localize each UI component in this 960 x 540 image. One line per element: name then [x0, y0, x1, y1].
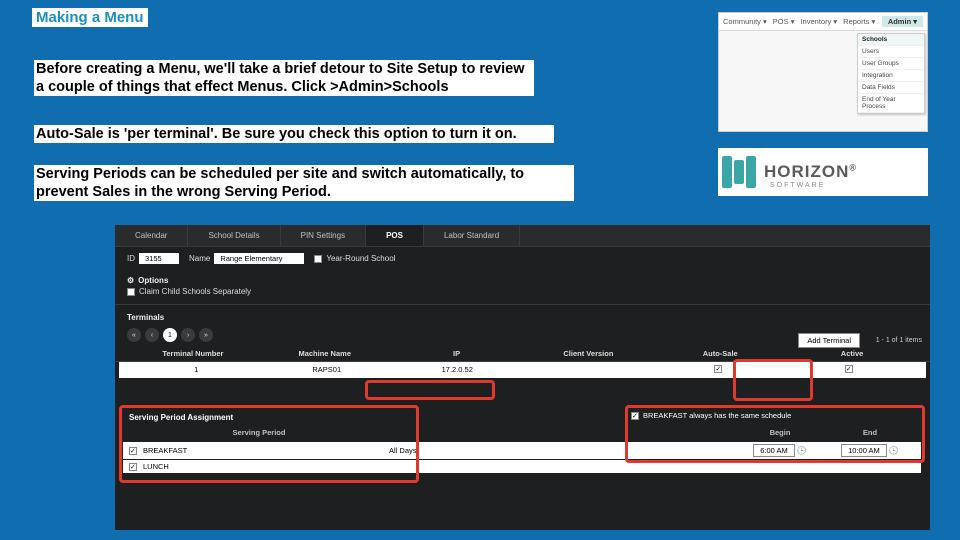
- logo-mark-icon: [722, 156, 756, 188]
- panel-tabs: Calendar School Details PIN Settings POS…: [115, 225, 930, 247]
- add-terminal-button[interactable]: Add Terminal: [798, 333, 860, 348]
- school-id-row: ID 3155 Name Range Elementary Year-Round…: [115, 247, 930, 270]
- dropdown-users[interactable]: Users: [858, 46, 924, 58]
- active-checkbox[interactable]: [845, 365, 853, 373]
- id-label: ID: [127, 254, 135, 263]
- site-setup-panel: Calendar School Details PIN Settings POS…: [115, 225, 930, 530]
- pager-first[interactable]: «: [127, 328, 141, 342]
- highlight-auto-sale: [733, 359, 813, 401]
- tab-school-details[interactable]: School Details: [188, 225, 280, 246]
- slide-title: Making a Menu: [32, 8, 148, 27]
- options-section-label: ⚙Options: [115, 270, 930, 287]
- claim-child-label: Claim Child Schools Separately: [139, 287, 251, 296]
- th-client-version: Client Version: [522, 349, 654, 358]
- td-terminal-number: 1: [131, 365, 262, 375]
- year-round-label: Year-Round School: [326, 254, 395, 263]
- nav-inventory[interactable]: Inventory ▾: [800, 17, 837, 26]
- dropdown-schools[interactable]: Schools: [858, 34, 924, 46]
- tab-calendar[interactable]: Calendar: [115, 225, 188, 246]
- nav-admin[interactable]: Admin ▾: [882, 16, 923, 27]
- terminals-section-label: Terminals: [115, 307, 930, 324]
- th-terminal-number: Terminal Number: [127, 349, 259, 358]
- dropdown-eoy[interactable]: End of Year Process: [858, 94, 924, 113]
- nav-pos[interactable]: POS ▾: [773, 17, 795, 26]
- dropdown-data-fields[interactable]: Data Fields: [858, 82, 924, 94]
- horizon-logo: HORIZON® SOFTWARE: [718, 148, 928, 196]
- pager-last[interactable]: »: [199, 328, 213, 342]
- top-nav-bar: Community ▾ POS ▾ Inventory ▾ Reports ▾ …: [719, 13, 927, 31]
- name-label: Name: [189, 254, 210, 263]
- td-machine-name: RAPS01: [262, 365, 393, 375]
- admin-menu-screenshot: Community ▾ POS ▾ Inventory ▾ Reports ▾ …: [718, 12, 928, 132]
- td-ip: 17.2.0.52: [392, 365, 523, 375]
- dropdown-user-groups[interactable]: User Groups: [858, 58, 924, 70]
- logo-subtitle: SOFTWARE: [770, 182, 825, 189]
- id-value[interactable]: 3155: [139, 253, 179, 264]
- auto-sale-checkbox[interactable]: [714, 365, 722, 373]
- terminal-items-count: 1 - 1 of 1 items: [876, 337, 922, 344]
- highlight-schedule-times: [625, 405, 925, 463]
- th-machine-name: Machine Name: [259, 349, 391, 358]
- highlight-machine-name: [365, 380, 495, 400]
- tab-labor-standard[interactable]: Labor Standard: [424, 225, 520, 246]
- paragraph-1: Before creating a Menu, we'll take a bri…: [34, 60, 534, 96]
- claim-child-checkbox[interactable]: [127, 288, 135, 296]
- dropdown-integration[interactable]: Integration: [858, 70, 924, 82]
- pager-prev[interactable]: ‹: [145, 328, 159, 342]
- th-auto-sale: Auto-Sale: [654, 349, 786, 358]
- nav-reports[interactable]: Reports ▾: [843, 17, 875, 26]
- th-active: Active: [786, 349, 918, 358]
- name-value[interactable]: Range Elementary: [214, 253, 304, 264]
- pager-page-1[interactable]: 1: [163, 328, 177, 342]
- pager-next[interactable]: ›: [181, 328, 195, 342]
- year-round-checkbox[interactable]: [314, 255, 322, 263]
- nav-community[interactable]: Community ▾: [723, 17, 767, 26]
- paragraph-3: Serving Periods can be scheduled per sit…: [34, 165, 574, 201]
- td-client-version: [523, 365, 654, 375]
- admin-dropdown: Schools Users User Groups Integration Da…: [857, 33, 925, 114]
- th-ip: IP: [391, 349, 523, 358]
- logo-brand: HORIZON®: [764, 162, 857, 182]
- gear-icon: ⚙: [127, 276, 134, 285]
- tab-pin-settings[interactable]: PIN Settings: [281, 225, 366, 246]
- tab-pos[interactable]: POS: [366, 225, 424, 246]
- paragraph-2: Auto-Sale is 'per terminal'. Be sure you…: [34, 125, 554, 143]
- highlight-serving-period: [119, 405, 419, 483]
